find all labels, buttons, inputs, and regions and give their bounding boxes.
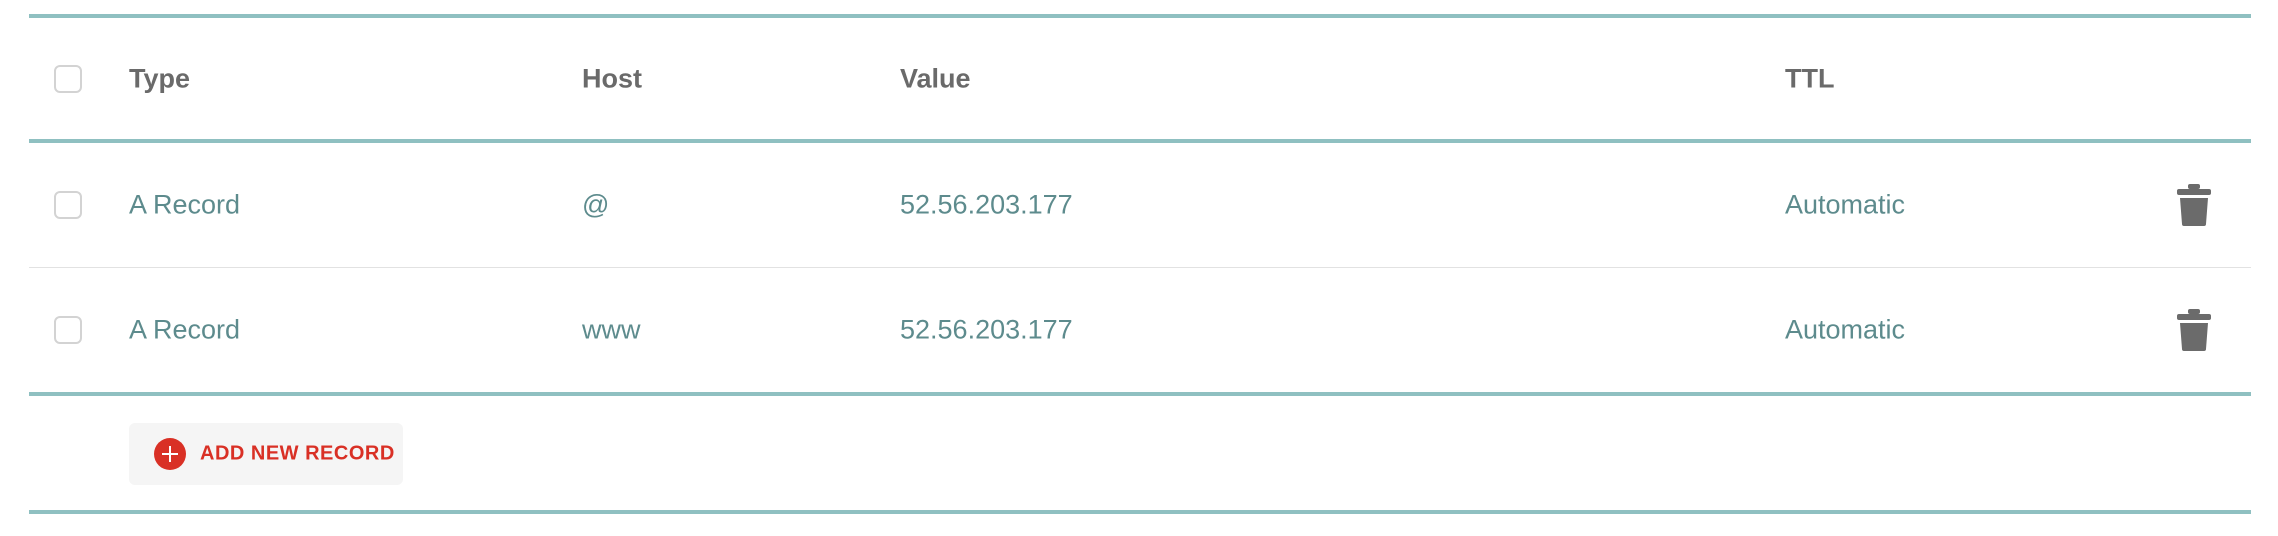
column-header-ttl[interactable]: TTL [1785, 63, 1834, 94]
table-header-row: Type Host Value TTL [29, 18, 2251, 139]
record-host: www [582, 314, 641, 345]
row-checkbox[interactable] [54, 316, 82, 344]
dns-records-table: Type Host Value TTL A Record @ 52.56.203… [29, 14, 2251, 514]
record-type: A Record [129, 189, 241, 220]
record-type: A Record [129, 314, 241, 345]
trash-icon[interactable] [2177, 184, 2211, 226]
select-all-checkbox[interactable] [54, 64, 82, 93]
column-header-value[interactable]: Value [900, 63, 971, 94]
record-ttl: Automatic [1785, 314, 1906, 345]
table-footer: ADD NEW RECORD [29, 396, 2251, 510]
add-new-record-label: ADD NEW RECORD [200, 442, 395, 465]
record-value: 52.56.203.177 [900, 314, 1073, 345]
column-header-host[interactable]: Host [582, 63, 642, 94]
table-row: A Record @ 52.56.203.177 Automatic [29, 143, 2251, 267]
table-row: A Record www 52.56.203.177 Automatic [29, 268, 2251, 392]
record-host: @ [582, 189, 610, 220]
record-ttl: Automatic [1785, 189, 1906, 220]
trash-icon[interactable] [2177, 309, 2211, 351]
record-value: 52.56.203.177 [900, 189, 1073, 220]
plus-circle-icon [154, 438, 186, 470]
column-header-type[interactable]: Type [129, 63, 190, 94]
table-bottom-rule [29, 510, 2251, 514]
add-new-record-button[interactable]: ADD NEW RECORD [129, 423, 403, 485]
row-checkbox[interactable] [54, 191, 82, 219]
